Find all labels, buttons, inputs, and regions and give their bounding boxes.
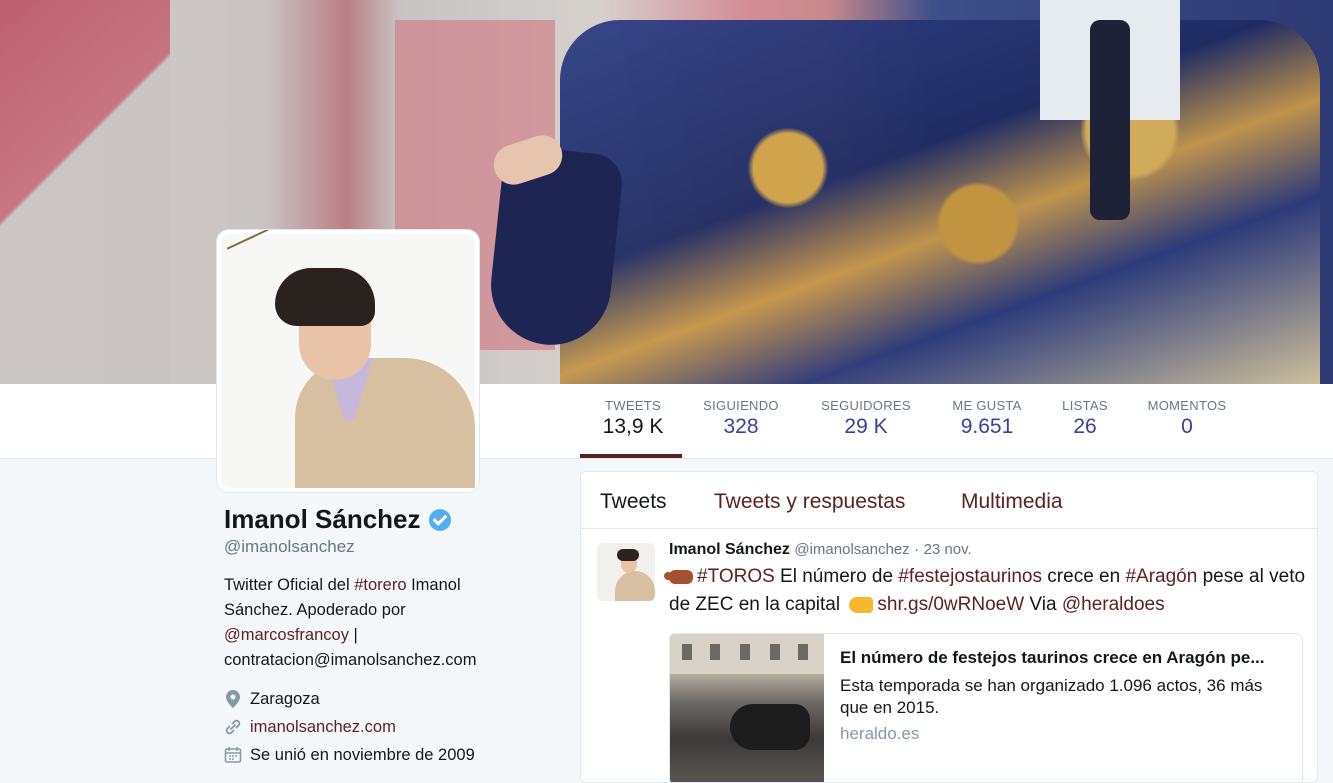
tweet-text-part: El número de	[774, 566, 899, 587]
avatar-hair	[275, 268, 375, 326]
mention-link[interactable]: @heraldoes	[1062, 594, 1165, 615]
card-image-window	[710, 644, 720, 660]
stat-value: 0	[1181, 415, 1193, 438]
stat-followers[interactable]: SEGUIDORES 29 K	[818, 398, 914, 439]
card-image-window	[770, 644, 780, 660]
tweet-separator: ·	[914, 541, 920, 558]
profile-card: Imanol Sánchez @imanolsanchez Twitter Of…	[224, 504, 524, 769]
stat-label: MOMENTOS	[1147, 398, 1227, 413]
stat-label: SIGUIENDO	[703, 398, 779, 413]
website-link[interactable]: imanolsanchez.com	[250, 718, 396, 737]
bio-hashtag-link[interactable]: #torero	[354, 576, 406, 594]
profile-meta: Zaragoza imanolsanchez.com Se unió en no…	[224, 685, 524, 769]
website-row: imanolsanchez.com	[224, 713, 524, 741]
card-image-window	[682, 644, 692, 660]
stat-value: 9.651	[960, 415, 1014, 438]
joined-row: Se unió en noviembre de 2009	[224, 741, 524, 769]
card-image	[670, 634, 824, 782]
tweet-author-handle[interactable]: @imanolsanchez	[794, 541, 909, 558]
link-icon	[224, 718, 242, 736]
bull-emoji-icon	[664, 569, 693, 584]
stat-tweets[interactable]: TWEETS 13,9 K	[597, 398, 669, 439]
card-image-window	[798, 644, 808, 660]
banner-tie	[1090, 20, 1130, 220]
stat-following[interactable]: SIGUIENDO 328	[700, 398, 782, 439]
calendar-icon	[224, 746, 242, 764]
timeline: Tweets Tweets y respuestas Multimedia Im…	[580, 471, 1318, 783]
tweet-avatar-sweater	[615, 571, 655, 601]
hashtag-link[interactable]: #TOROS	[697, 566, 775, 587]
stat-label: TWEETS	[605, 398, 661, 413]
tweet-avatar-hair	[617, 549, 639, 561]
location-text: Zaragoza	[250, 689, 320, 708]
url-link[interactable]: shr.gs/0wRNoeW	[877, 594, 1024, 615]
hashtag-link[interactable]: #Aragón	[1125, 566, 1197, 587]
pointing-hand-emoji-icon	[849, 596, 874, 613]
tweet-text-part: crece en	[1042, 566, 1126, 587]
location-row: Zaragoza	[224, 685, 524, 713]
card-image-window	[740, 644, 750, 660]
profile-name-row: Imanol Sánchez	[224, 504, 524, 535]
stat-label: SEGUIDORES	[821, 398, 911, 413]
timeline-tabs: Tweets Tweets y respuestas Multimedia	[581, 472, 1317, 529]
card-description: Esta temporada se han organizado 1.096 a…	[840, 676, 1263, 717]
card-image-bull	[730, 704, 810, 750]
hashtag-link[interactable]: #festejostaurinos	[898, 566, 1042, 587]
stat-value: 328	[723, 415, 759, 438]
stat-label: LISTAS	[1062, 398, 1108, 413]
card-domain: heraldo.es	[840, 724, 920, 743]
profile-nav: TWEETS 13,9 K SIGUIENDO 328 SEGUIDORES 2…	[0, 384, 1333, 459]
tweet-text-part: Via	[1024, 594, 1062, 615]
tweet-text: #TOROS El número de #festejostaurinos cr…	[664, 563, 1309, 619]
profile-bio: Twitter Oficial del #torero Imanol Sánch…	[224, 573, 524, 673]
stat-value: 29 K	[844, 415, 888, 438]
active-stat-underline	[580, 454, 682, 458]
banner-bullfighter-jacket	[560, 20, 1320, 384]
stat-value: 26	[1073, 415, 1097, 438]
stat-value: 13,9 K	[602, 415, 664, 438]
profile-handle[interactable]: @imanolsanchez	[224, 537, 524, 557]
tweet-header: Imanol Sánchez @imanolsanchez · 23 nov.	[669, 541, 972, 559]
tab-media[interactable]: Multimedia	[961, 490, 1063, 514]
profile-name[interactable]: Imanol Sánchez	[224, 504, 421, 535]
stat-lists[interactable]: LISTAS 26	[1060, 398, 1110, 439]
banner-flag-stripe	[0, 0, 170, 384]
stat-moments[interactable]: MOMENTOS 0	[1145, 398, 1229, 439]
tab-tweets-replies[interactable]: Tweets y respuestas	[714, 490, 905, 514]
tweet-date[interactable]: 23 nov.	[924, 541, 972, 558]
location-pin-icon	[224, 690, 242, 708]
joined-text: Se unió en noviembre de 2009	[250, 745, 475, 764]
profile-banner	[0, 0, 1333, 384]
card-title: El número de festejos taurinos crece en …	[840, 648, 1265, 667]
verified-icon	[428, 508, 451, 531]
tweet-avatar[interactable]	[597, 543, 655, 601]
profile-avatar[interactable]	[217, 230, 479, 492]
link-preview-card[interactable]: El número de festejos taurinos crece en …	[669, 633, 1303, 782]
stat-label: ME GUSTA	[952, 398, 1022, 413]
tweet-item[interactable]: Imanol Sánchez @imanolsanchez · 23 nov. …	[581, 529, 1317, 782]
tweet-author-name[interactable]: Imanol Sánchez	[669, 541, 790, 558]
stat-likes[interactable]: ME GUSTA 9.651	[950, 398, 1024, 439]
tab-tweets[interactable]: Tweets	[600, 490, 667, 514]
bio-mention-link[interactable]: @marcosfrancoy	[224, 626, 349, 644]
bio-text: Twitter Oficial del	[224, 576, 355, 594]
